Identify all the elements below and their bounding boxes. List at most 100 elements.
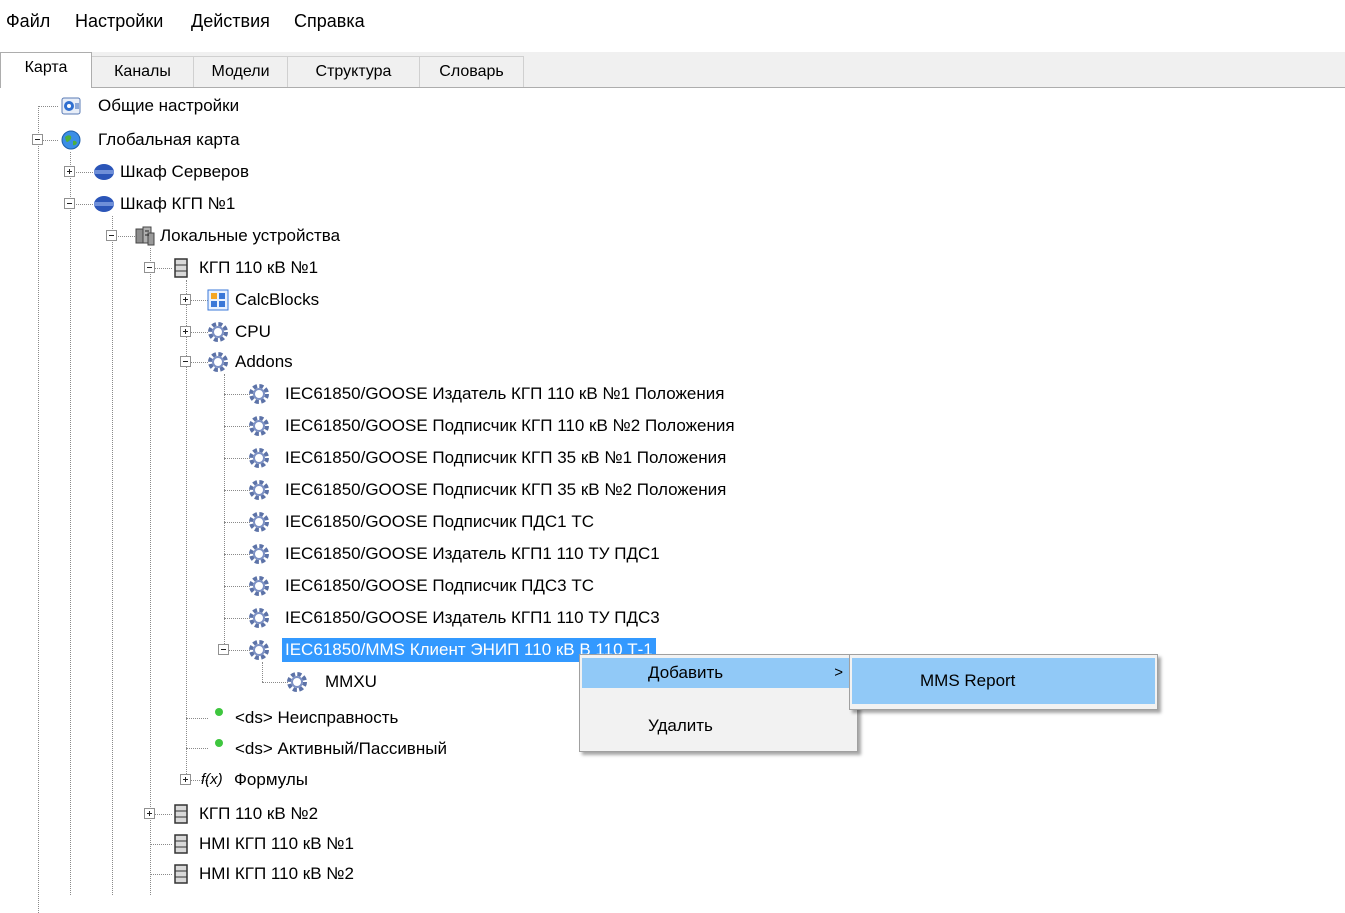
gear-icon	[248, 575, 270, 597]
tree-line	[70, 152, 71, 895]
submenu-mms-report[interactable]: MMS Report	[852, 658, 1155, 704]
server-icon	[170, 257, 192, 279]
gear-icon	[248, 415, 270, 437]
gear-icon	[207, 321, 229, 343]
tree-node-cpu[interactable]: CPU	[235, 320, 271, 344]
collapse-toggle[interactable]	[64, 198, 75, 209]
context-menu-delete[interactable]: Удалить	[582, 711, 855, 741]
tree-node-addon[interactable]: IEC61850/GOOSE Подписчик КГП 35 кВ №2 По…	[285, 478, 726, 502]
tab-map[interactable]: Карта	[0, 52, 92, 88]
collapse-toggle[interactable]	[106, 230, 117, 241]
tree-node-kgp-110-1[interactable]: КГП 110 кВ №1	[199, 256, 318, 280]
tree-line	[38, 106, 58, 107]
tree-node-global-map[interactable]: Глобальная карта	[98, 128, 240, 152]
collapse-toggle[interactable]	[180, 356, 191, 367]
tree-node-hmi-2[interactable]: HMI КГП 110 кВ №2	[199, 862, 354, 886]
tree-line	[224, 458, 250, 459]
tree-node-kgp-cabinet[interactable]: Шкаф КГП №1	[120, 192, 235, 216]
tree-node-addon[interactable]: IEC61850/GOOSE Подписчик ПДС1 ТС	[285, 510, 594, 534]
gear-icon	[248, 447, 270, 469]
tree-line	[262, 682, 288, 683]
tree-line	[224, 374, 225, 650]
tree-line	[150, 844, 172, 845]
server-icon	[170, 833, 192, 855]
green-dot-icon	[214, 707, 224, 717]
gear-icon	[286, 671, 308, 693]
tree-view[interactable]: Общие настройки Глобальная карта Шкаф Се…	[0, 88, 1345, 913]
tab-dictionary[interactable]: Словарь	[419, 56, 524, 87]
menu-bar: Файл Настройки Действия Справка	[0, 0, 1345, 38]
expand-toggle[interactable]	[144, 808, 155, 819]
gear-icon	[248, 543, 270, 565]
tree-node-ds-active[interactable]: <ds> Активный/Пассивный	[235, 737, 447, 761]
green-dot-icon	[214, 738, 224, 748]
context-menu-add-label: Добавить	[648, 663, 724, 682]
context-menu: Добавить > Удалить	[579, 654, 858, 752]
tree-line	[224, 618, 250, 619]
gear-icon	[207, 351, 229, 373]
tab-strip: Карта Каналы Модели Структура Словарь	[0, 52, 1345, 88]
gear-icon	[248, 607, 270, 629]
menu-help[interactable]: Справка	[294, 10, 365, 32]
chevron-right-icon: >	[834, 664, 843, 681]
tree-line	[224, 586, 250, 587]
tree-line	[224, 394, 250, 395]
menu-file[interactable]: Файл	[6, 10, 50, 32]
tab-models[interactable]: Модели	[193, 56, 288, 87]
collapse-toggle[interactable]	[144, 262, 155, 273]
tree-node-hmi-1[interactable]: HMI КГП 110 кВ №1	[199, 832, 354, 856]
tab-structure[interactable]: Структура	[287, 56, 420, 87]
tree-line	[150, 874, 172, 875]
tree-node-addon[interactable]: IEC61850/GOOSE Подписчик КГП 35 кВ №1 По…	[285, 446, 726, 470]
tree-node-addon[interactable]: IEC61850/GOOSE Издатель КГП1 110 ТУ ПДС3	[285, 606, 660, 630]
expand-toggle[interactable]	[180, 294, 191, 305]
tree-node-general-settings[interactable]: Общие настройки	[98, 94, 239, 118]
tree-node-local-devices[interactable]: Локальные устройства	[160, 224, 340, 248]
gear-icon	[248, 383, 270, 405]
function-icon: f(x)	[201, 771, 223, 788]
menu-actions[interactable]: Действия	[191, 10, 270, 32]
context-menu-add[interactable]: Добавить >	[582, 658, 855, 688]
server-icon	[170, 863, 192, 885]
network-devices-icon	[134, 225, 156, 247]
tree-node-addon[interactable]: IEC61850/GOOSE Подписчик ПДС3 ТС	[285, 574, 594, 598]
tree-line	[186, 748, 208, 749]
submenu-mms-report-label: MMS Report	[920, 671, 1016, 690]
tree-node-formulas[interactable]: Формулы	[234, 768, 308, 792]
settings-app-icon	[60, 95, 82, 117]
tree-line	[112, 216, 113, 895]
collapse-toggle[interactable]	[218, 644, 229, 655]
gear-icon	[248, 639, 270, 661]
tree-node-addon[interactable]: IEC61850/GOOSE Подписчик КГП 110 кВ №2 П…	[285, 414, 735, 438]
tree-node-server-cabinet[interactable]: Шкаф Серверов	[120, 160, 249, 184]
tree-node-calcblocks[interactable]: CalcBlocks	[235, 288, 319, 312]
tree-node-addons[interactable]: Addons	[235, 350, 293, 374]
tree-node-ds-fault[interactable]: <ds> Неисправность	[235, 706, 398, 730]
expand-toggle[interactable]	[180, 326, 191, 337]
expand-toggle[interactable]	[64, 166, 75, 177]
expand-toggle[interactable]	[180, 774, 191, 785]
tree-line	[38, 106, 39, 913]
tab-channels[interactable]: Каналы	[91, 56, 194, 87]
tree-node-addon[interactable]: IEC61850/GOOSE Издатель КГП1 110 ТУ ПДС1	[285, 542, 660, 566]
tree-node-kgp-110-2[interactable]: КГП 110 кВ №2	[199, 802, 318, 826]
gear-icon	[248, 511, 270, 533]
tree-line	[150, 248, 151, 895]
tree-line	[186, 718, 208, 719]
cabinet-disc-icon	[93, 161, 115, 183]
globe-icon	[60, 129, 82, 151]
tree-line	[262, 662, 263, 682]
calc-blocks-icon	[207, 289, 229, 311]
tree-node-addon[interactable]: IEC61850/GOOSE Издатель КГП 110 кВ №1 По…	[285, 382, 724, 406]
tree-line	[224, 426, 250, 427]
collapse-toggle[interactable]	[32, 134, 43, 145]
submenu: MMS Report	[849, 654, 1158, 710]
cabinet-disc-icon	[93, 193, 115, 215]
tree-node-mmxu[interactable]: MMXU	[325, 670, 377, 694]
context-menu-delete-label: Удалить	[648, 716, 713, 735]
menu-settings[interactable]: Настройки	[75, 10, 163, 32]
gear-icon	[248, 479, 270, 501]
server-icon	[170, 803, 192, 825]
tree-line	[224, 490, 250, 491]
tree-line	[224, 522, 250, 523]
